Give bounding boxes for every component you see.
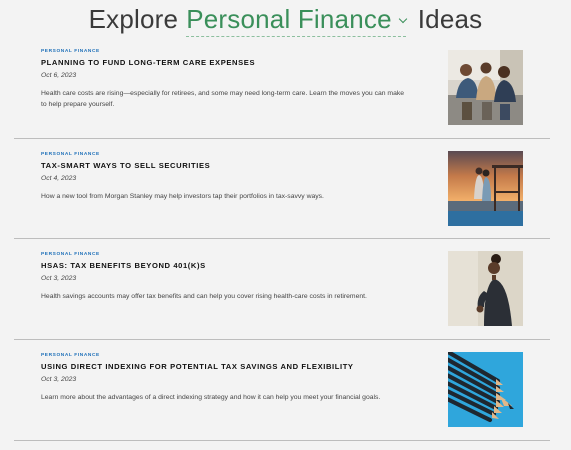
- article-card: PERSONAL FINANCE TAX-SMART WAYS TO SELL …: [14, 139, 550, 239]
- article-description: Health care costs are rising—especially …: [41, 90, 405, 108]
- article-category: PERSONAL FINANCE: [41, 49, 100, 54]
- article-card: PERSONAL FINANCE USING DIRECT INDEXING F…: [14, 340, 550, 441]
- article-date: Oct 6, 2023: [41, 72, 77, 79]
- article-date: Oct 4, 2023: [41, 175, 77, 182]
- article-category: PERSONAL FINANCE: [41, 152, 100, 157]
- article-card: PERSONAL FINANCE PLANNING TO FUND LONG-T…: [14, 38, 550, 139]
- article-date: Oct 3, 2023: [41, 275, 77, 282]
- article-date: Oct 3, 2023: [41, 376, 77, 383]
- article-thumbnail-sunset[interactable]: [448, 151, 523, 226]
- article-category: PERSONAL FINANCE: [41, 252, 100, 257]
- article-title-link[interactable]: USING DIRECT INDEXING FOR POTENTIAL TAX …: [41, 362, 411, 371]
- chevron-down-icon: [398, 14, 407, 24]
- article-description: Learn more about the advantages of a dir…: [41, 394, 381, 401]
- article-text: PERSONAL FINANCE TAX-SMART WAYS TO SELL …: [41, 152, 411, 203]
- article-text: PERSONAL FINANCE PLANNING TO FUND LONG-T…: [41, 49, 411, 110]
- explore-page: Explore Personal Finance Ideas PERSONAL FI…: [0, 0, 571, 450]
- heading-suffix: Ideas: [417, 4, 483, 34]
- article-title-link[interactable]: PLANNING TO FUND LONG-TERM CARE EXPENSES: [41, 58, 411, 67]
- page-heading: Explore Personal Finance Ideas: [0, 4, 571, 37]
- article-title-link[interactable]: HSAS: TAX BENEFITS BEYOND 401(K)S: [41, 261, 411, 270]
- article-thumbnail-family[interactable]: [448, 50, 523, 125]
- article-title-link[interactable]: TAX-SMART WAYS TO SELL SECURITIES: [41, 161, 411, 170]
- article-thumbnail-runner[interactable]: [448, 251, 523, 326]
- topic-selector[interactable]: Personal Finance: [186, 4, 407, 37]
- article-thumbnail-pencils[interactable]: [448, 352, 523, 427]
- article-description: Health savings accounts may offer tax be…: [41, 293, 367, 300]
- article-description: How a new tool from Morgan Stanley may h…: [41, 193, 324, 200]
- article-text: PERSONAL FINANCE USING DIRECT INDEXING F…: [41, 353, 411, 404]
- article-text: PERSONAL FINANCE HSAS: TAX BENEFITS BEYO…: [41, 252, 411, 303]
- article-card: PERSONAL FINANCE HSAS: TAX BENEFITS BEYO…: [14, 239, 550, 340]
- topic-label: Personal Finance: [186, 4, 392, 34]
- heading-prefix: Explore: [88, 4, 179, 34]
- article-category: PERSONAL FINANCE: [41, 353, 100, 358]
